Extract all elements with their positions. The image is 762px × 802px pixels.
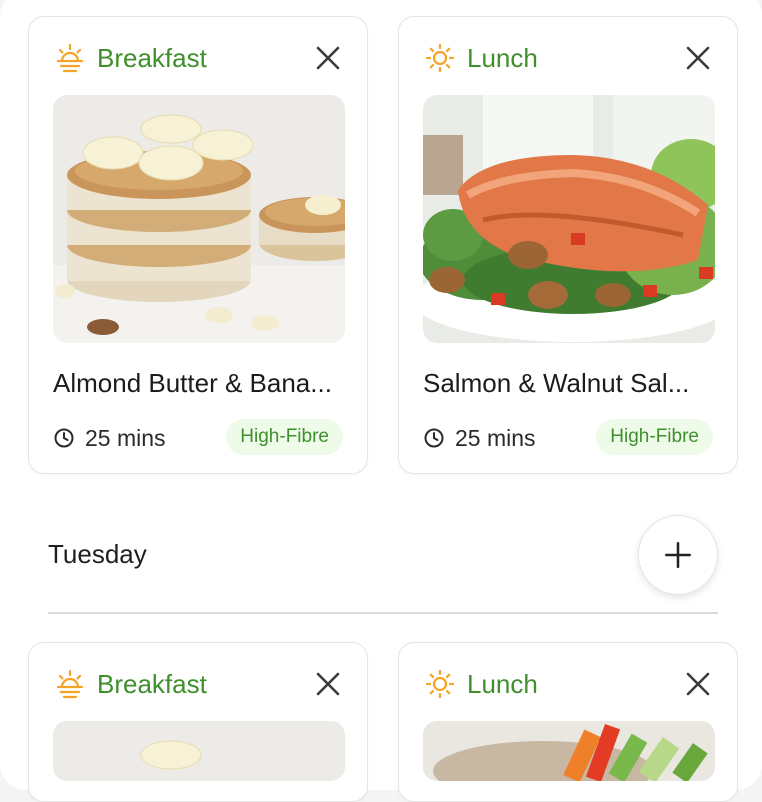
close-icon[interactable]: [683, 43, 713, 73]
add-meal-button[interactable]: [638, 515, 718, 595]
close-icon[interactable]: [683, 669, 713, 699]
meal-type-label: Lunch: [467, 669, 538, 699]
recipe-title[interactable]: Almond Butter & Bana...: [53, 367, 353, 399]
card-header: Breakfast: [55, 41, 343, 75]
sunrise-icon: [56, 43, 84, 73]
plus-icon: [665, 542, 691, 568]
meal-card-lunch[interactable]: Lunch: [398, 642, 738, 802]
day-header: Tuesday: [48, 515, 718, 595]
sun-icon: [425, 43, 455, 73]
recipe-image[interactable]: [423, 721, 715, 781]
nutrition-tag: High-Fibre: [226, 419, 343, 455]
sun-icon: [425, 669, 455, 699]
recipe-meta: 25 mins High-Fibre: [53, 419, 343, 457]
meal-card-breakfast[interactable]: Breakfast: [28, 642, 368, 802]
cook-time: 25 mins: [455, 425, 536, 451]
recipe-meta: 25 mins High-Fibre: [423, 419, 713, 457]
day-label: Tuesday: [48, 539, 147, 569]
close-icon[interactable]: [313, 669, 343, 699]
recipe-image[interactable]: [53, 95, 345, 343]
clock-icon: [424, 428, 444, 448]
meal-type-label: Breakfast: [97, 669, 207, 699]
recipe-image[interactable]: [423, 95, 715, 343]
close-icon[interactable]: [313, 43, 343, 73]
divider: [48, 612, 718, 614]
card-header: Lunch: [425, 667, 713, 701]
sunrise-icon: [56, 669, 84, 699]
cook-time: 25 mins: [85, 425, 166, 451]
meal-card-lunch[interactable]: Lunch: [398, 16, 738, 474]
recipe-title[interactable]: Salmon & Walnut Sal...: [423, 367, 723, 399]
meal-card-breakfast[interactable]: Breakfast: [28, 16, 368, 474]
card-header: Breakfast: [55, 667, 343, 701]
nutrition-tag: High-Fibre: [596, 419, 713, 455]
clock-icon: [54, 428, 74, 448]
recipe-image[interactable]: [53, 721, 345, 781]
meal-type-label: Breakfast: [97, 43, 207, 73]
card-header: Lunch: [425, 41, 713, 75]
meal-type-label: Lunch: [467, 43, 538, 73]
